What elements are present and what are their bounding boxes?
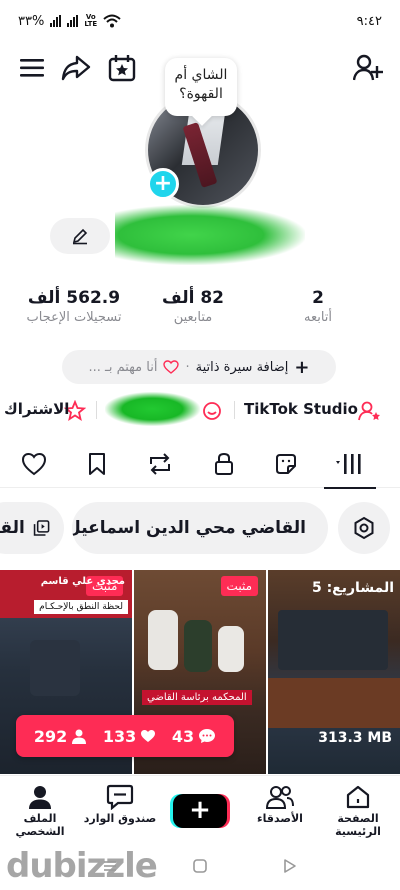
status-bar: ٣٣% Vo LTE ٩:٤٢ xyxy=(0,0,400,42)
playlist-icon xyxy=(33,520,50,536)
tiktok-studio-link[interactable]: TikTok Studio xyxy=(244,400,358,418)
interests-label: أنا مهتم بـ ... xyxy=(88,359,158,375)
home-system-icon[interactable] xyxy=(192,858,208,874)
signal-icon xyxy=(50,15,62,27)
heart-outline-icon xyxy=(21,452,47,476)
playlist-settings-button[interactable] xyxy=(338,502,390,554)
nav-inbox-label: صندوق الوارد xyxy=(83,812,157,825)
add-friend-button[interactable] xyxy=(352,52,384,84)
profile-stats: 2 أتابعه 82 ألف متابعين 562.9 ألف تسجيلا… xyxy=(0,288,400,332)
add-user-icon xyxy=(353,54,383,81)
video-tile-3[interactable]: المشاريع: 5 313.3 MB xyxy=(268,570,400,774)
comments-stat: 43 xyxy=(172,727,216,746)
following-stat[interactable]: 2 أتابعه xyxy=(268,288,368,325)
wifi-icon xyxy=(103,14,121,28)
sticker-icon xyxy=(276,454,296,474)
subscribe-link[interactable]: الاشتراك xyxy=(4,400,69,418)
inbox-icon xyxy=(106,784,134,810)
video-caption: المحكمه برئاسة القاضي xyxy=(142,690,252,705)
person-icon xyxy=(72,729,87,744)
tab-stickers[interactable] xyxy=(272,450,300,478)
clock: ٩:٤٢ xyxy=(356,13,382,29)
recents-icon[interactable] xyxy=(102,858,118,874)
volte-icon: Vo LTE xyxy=(84,13,98,28)
add-story-plus-icon[interactable]: + xyxy=(147,168,179,200)
add-bio-pill[interactable]: + إضافة سيرة ذاتية · أنا مهتم بـ ... xyxy=(62,350,336,384)
tab-favorites[interactable] xyxy=(83,450,111,478)
nav-home[interactable]: الصفحة الرئيسية xyxy=(318,782,398,838)
add-bio-label: إضافة سيرة ذاتية xyxy=(195,359,289,375)
friends-icon xyxy=(265,786,294,809)
video-caption-2: لحظة النطق بالإحـكـام xyxy=(34,600,128,614)
nav-profile[interactable]: الملف الشخصي xyxy=(0,782,80,838)
tab-private[interactable] xyxy=(210,450,238,478)
nav-inbox[interactable]: صندوق الوارد xyxy=(80,782,160,825)
menu-button[interactable] xyxy=(16,52,48,84)
calendar-star-icon xyxy=(108,55,136,82)
signal-2-icon xyxy=(67,15,79,27)
playlist-chip-1[interactable]: القاضي محي الدين اسماعيل xyxy=(72,502,328,554)
profile-links-row: TikTok Studio الاشتراك xyxy=(0,396,400,426)
video-stats-pill[interactable]: 292 133 43 xyxy=(16,715,234,757)
pinned-badge: مثبت xyxy=(220,576,258,596)
nav-friends-label: الأصدقاء xyxy=(257,812,303,825)
plus-icon: + xyxy=(294,356,310,378)
redacted-username xyxy=(115,205,305,265)
status-icons: ٣٣% Vo LTE xyxy=(18,14,121,29)
menu-icon xyxy=(20,59,44,77)
share-button[interactable] xyxy=(60,52,92,84)
tab-liked[interactable] xyxy=(20,450,48,478)
projects-label: المشاريع: 5 xyxy=(311,580,394,596)
size-label: 313.3 MB xyxy=(318,730,392,746)
note-bubble[interactable]: الشاي أم القهوة؟ xyxy=(165,58,237,116)
bookmark-icon xyxy=(89,453,105,475)
likes-stat-count: 133 xyxy=(103,727,156,746)
grid-icon xyxy=(336,454,361,474)
smile-icon xyxy=(203,402,221,420)
edit-profile-button[interactable] xyxy=(50,218,110,254)
playlist-label: القا xyxy=(0,518,25,538)
heart-filled-icon xyxy=(141,730,156,742)
views-stat: 292 xyxy=(34,727,87,746)
lock-icon xyxy=(215,452,233,475)
profile-icon xyxy=(29,786,51,809)
video-caption-top: مجدي علي قاسم xyxy=(40,576,125,587)
user-star-icon xyxy=(358,401,380,421)
watermark: dubizzle xyxy=(6,846,158,886)
likes-stat[interactable]: 562.9 ألف تسجيلات الإعجاب xyxy=(12,288,136,325)
followers-stat[interactable]: 82 ألف متابعين xyxy=(143,288,243,325)
tab-reposts[interactable] xyxy=(146,450,174,478)
share-arrow-icon xyxy=(61,55,91,81)
home-icon xyxy=(346,785,370,809)
redacted-link xyxy=(105,392,200,426)
playlist-label: القاضي محي الدين اسماعيل xyxy=(72,518,306,538)
comment-icon xyxy=(199,729,216,743)
create-button[interactable]: + xyxy=(173,794,227,828)
back-icon[interactable] xyxy=(282,858,298,874)
nav-profile-label: الملف الشخصي xyxy=(15,812,65,838)
gear-icon xyxy=(354,516,374,540)
playlist-chip-2[interactable]: القا xyxy=(0,502,64,554)
repost-icon xyxy=(150,453,170,475)
nav-home-label: الصفحة الرئيسية xyxy=(335,812,381,838)
calendar-button[interactable] xyxy=(106,52,138,84)
heart-icon xyxy=(163,360,180,374)
battery-text: ٣٣% xyxy=(18,13,45,29)
content-tabs xyxy=(0,440,400,489)
pencil-icon xyxy=(72,228,88,245)
tab-videos[interactable] xyxy=(324,450,376,489)
playlists-row: القاضي محي الدين اسماعيل القا xyxy=(0,498,400,560)
nav-friends[interactable]: الأصدقاء xyxy=(240,782,320,825)
bottom-nav: الصفحة الرئيسية الأصدقاء + صندوق الوارد … xyxy=(0,775,400,838)
